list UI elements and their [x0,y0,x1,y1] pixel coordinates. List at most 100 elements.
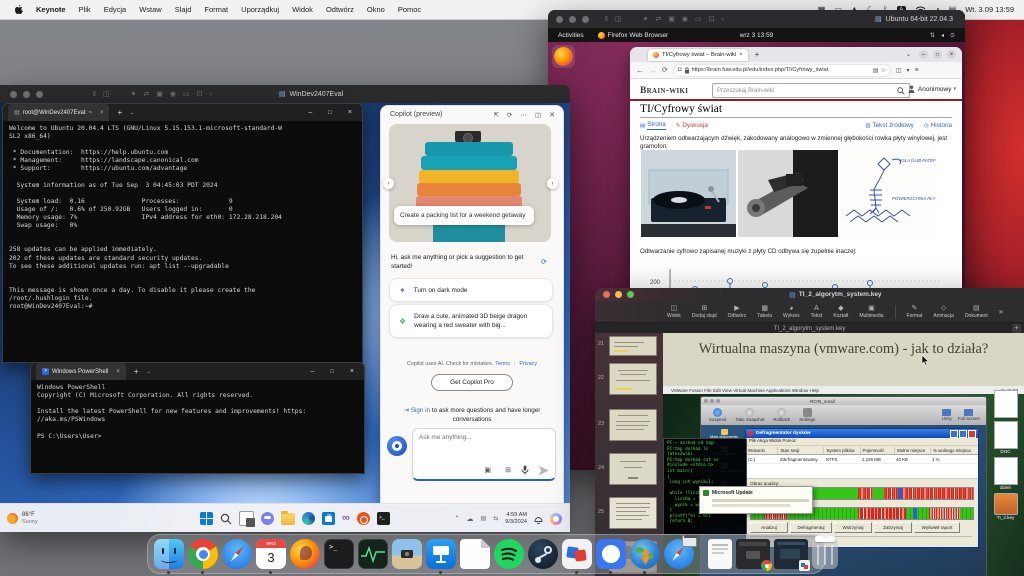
back-icon[interactable]: ‹ [722,16,724,23]
toolbar-tabela[interactable]: ▦Tabela [757,305,772,319]
suggestion-dark-mode[interactable]: ✦ Turn on dark mode [389,278,553,302]
window-minimize-button[interactable]: – [919,50,928,59]
toolbar-widok[interactable]: ◫Widok [667,305,681,319]
turntable-photo[interactable] [641,150,736,237]
libreoffice-icon[interactable] [460,539,490,569]
minimized-document-window[interactable] [708,539,732,569]
slide-thumbnail[interactable] [609,497,657,529]
card-caption[interactable]: Create a packing list for a weekend geta… [394,206,534,225]
safari-web-app-icon[interactable] [664,539,694,569]
menu-pomoc[interactable]: Pomoc [398,5,421,14]
reload-icon[interactable]: ⟳ [662,66,668,74]
refresh-suggestions-icon[interactable]: ⟳ [541,258,547,266]
close-button[interactable] [603,291,610,298]
carousel-next-button[interactable]: › [547,178,558,189]
app-menu[interactable]: Firefox Web Browser [598,32,669,39]
extensions-icon[interactable]: ◫ [896,67,902,74]
close-button[interactable]: × [350,368,354,375]
suspend-icon[interactable]: ‖ [605,16,608,23]
apple-icon[interactable] [14,4,23,15]
maximize-box[interactable] [959,430,967,438]
unity-button[interactable]: Unity [942,409,952,421]
tab-close-icon[interactable]: × [100,110,104,116]
vmware-titlebar[interactable]: ‖ ◫ ✦ ⇄ ▣ ◉ ▭ ⊡ ‹ ▤ WinDev2407Eval [0,85,570,103]
minimized-chrome-window[interactable] [736,539,770,569]
forward-icon[interactable]: → [649,66,657,75]
fullscreen-icon[interactable]: ⊡ [197,90,203,98]
vmware-titlebar[interactable]: ‖ ◫ ✦ ⇄ ▣ ◉ ▭ ⊡ ‹ ▤ Ubuntu 64-bit 22.04.… [548,10,965,28]
close-button[interactable]: × [348,109,352,116]
zoom-button[interactable] [36,91,43,98]
menu-slajd[interactable]: Slajd [175,5,192,14]
security-icon[interactable]: ▤ [481,515,487,522]
carousel-prev-button[interactable]: ‹ [383,178,394,189]
view-report-button[interactable]: Wyświetl raport [914,522,960,533]
tools-icon[interactable]: ✦ [131,90,137,98]
tab-dropdown-icon[interactable]: ⌄ [130,110,134,116]
bookmark-icon[interactable]: ▤ [873,67,879,74]
terminal-icon[interactable]: >_ [324,539,354,569]
steam-icon[interactable] [528,539,558,569]
safari-icon[interactable] [222,539,252,569]
start-button[interactable] [200,512,213,525]
rollback-button[interactable]: Rollback [773,408,790,422]
file-label[interactable]: DOC [987,449,1024,454]
window-close-button[interactable]: × [947,50,956,59]
star-icon[interactable]: ☆ [880,67,885,74]
settings-icon[interactable]: ▣ [668,15,675,23]
gnome-clock[interactable]: wrz 3 13:59 [740,32,774,39]
menu-format[interactable]: Format [204,5,228,14]
image-capture-icon[interactable] [392,539,422,569]
account-icon[interactable]: ▾ [907,67,910,74]
file-label[interactable]: dzień [987,485,1024,490]
defrag-volume-row[interactable]: (C:) Zdefragmentowany NTFS 2,229 MB 40 K… [746,455,978,464]
analyze-button[interactable]: Analizuj [750,522,788,533]
back-icon[interactable]: ‹ [210,91,212,98]
task-view-button[interactable] [239,511,254,526]
close-button[interactable] [556,16,563,23]
document-tab[interactable]: TI_2_algorytm_system.key [774,326,846,332]
tray-expand-icon[interactable]: ⌃ [454,515,459,522]
privacy-link[interactable]: Privacy [519,361,537,367]
slide-thumbnail[interactable] [609,453,657,485]
close-icon[interactable]: ✕ [549,111,555,119]
toolbar-overflow-icon[interactable]: » [999,307,1003,316]
refresh-icon[interactable]: ⟳ [507,111,512,119]
get-copilot-pro-button[interactable]: Get Copilot Pro [431,374,513,391]
ubuntu-app-icon[interactable] [357,512,370,525]
padlock-icon[interactable] [684,67,690,74]
display-mode-icon[interactable]: ▭ [183,90,190,98]
powershell-titlebar[interactable]: > Windows PowerShell × + ⌄ – □ × [31,363,364,380]
minimize-button[interactable] [569,16,576,23]
volume-icon[interactable]: ◂ [941,32,944,39]
slide-thumbnail[interactable] [609,363,657,395]
url-bar[interactable]: ◘ https://brain.fuw.edu.pl/edu/index.php… [674,65,890,76]
powershell-window[interactable]: > Windows PowerShell × + ⌄ – □ × Windows… [30,362,365,474]
toolbar-tekst[interactable]: ATekst [811,305,823,319]
menu-wstaw[interactable]: Wstaw [139,5,162,14]
stop-button[interactable]: Zatrzymaj [874,522,912,533]
tab-dyskusja[interactable]: Dyskusja [682,122,708,129]
toolbar-dokument[interactable]: ▤Dokument [965,305,988,319]
shield-icon[interactable]: ◘ [678,67,682,73]
copilot-tray-icon[interactable] [550,513,562,525]
windows-vm-window[interactable]: ‖ ◫ ✦ ⇄ ▣ ◉ ▭ ⊡ ‹ ▤ WinDev2407Eval ▤ roo… [0,85,570,532]
wiki-search-box[interactable]: Przeszukaj Brain-wiki [712,83,910,98]
tab-list-icon[interactable]: ⌄ [906,51,911,58]
search-icon[interactable] [897,87,905,95]
search-icon[interactable] [220,513,232,525]
terms-link[interactable]: Terms [495,361,510,367]
new-tab-button[interactable]: + [117,108,122,117]
google-earth-icon[interactable] [630,539,660,569]
snapshot-icon[interactable]: ◫ [103,90,110,98]
tab-dropdown-icon[interactable]: ⌄ [147,369,151,375]
transfer-icon[interactable]: ⇄ [655,15,661,23]
more-options-icon[interactable]: ⋯ [520,111,527,119]
toolbar-wykres[interactable]: ◕Wykres [783,305,800,319]
terminal-titlebar[interactable]: ▤ root@WinDev2407Eval: ~ × + ⌄ – □ × [3,104,362,121]
weather-widget[interactable]: 86°F Sunny [7,512,38,526]
send-icon[interactable] [539,466,549,475]
firefox-icon[interactable] [290,539,320,569]
menu-widok[interactable]: Widok [292,5,313,14]
slide-thumbnail[interactable] [609,409,657,441]
